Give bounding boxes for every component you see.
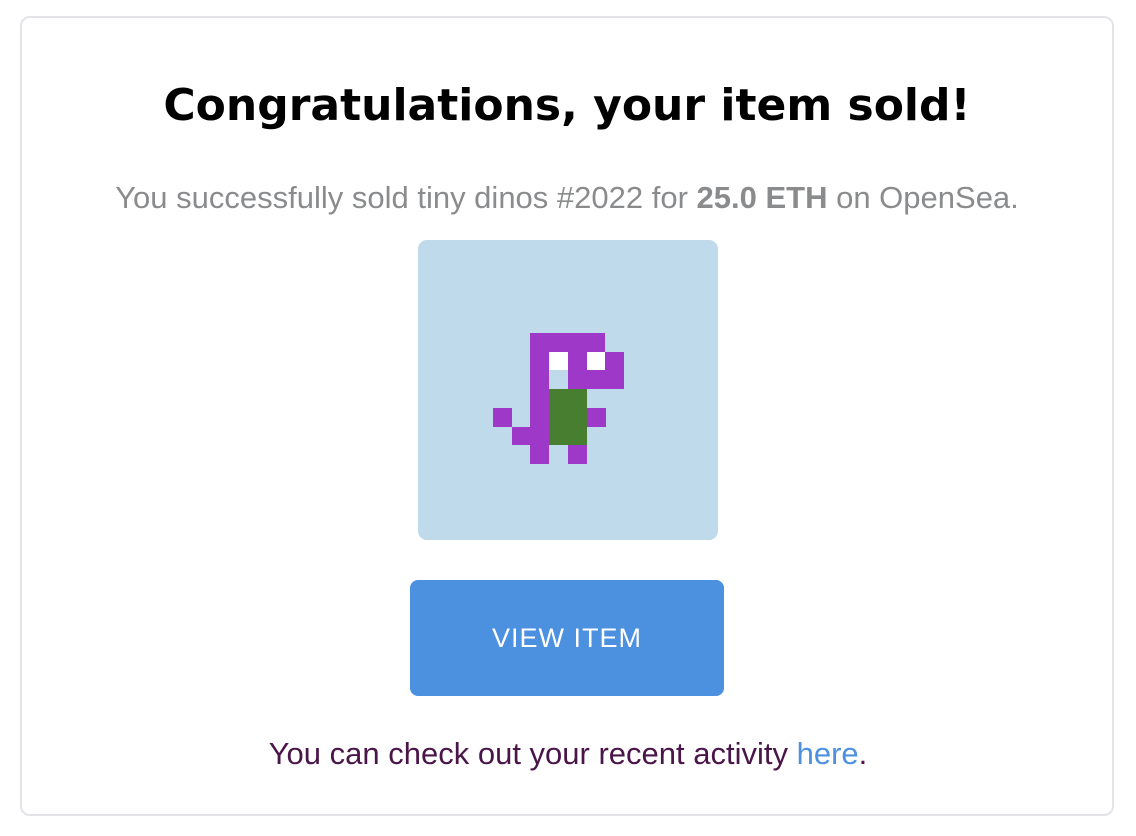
sale-message-suffix: on OpenSea.	[827, 180, 1019, 215]
footer-text: You can check out your recent activity	[268, 736, 797, 771]
pixel-dino-icon	[418, 240, 718, 540]
sale-price: 25.0 ETH	[696, 180, 828, 215]
activity-footer: You can check out your recent activity h…	[0, 734, 1136, 774]
nft-item-image[interactable]	[418, 240, 718, 540]
view-item-button[interactable]: VIEW ITEM	[410, 580, 724, 696]
page-title: Congratulations, your item sold!	[163, 80, 971, 131]
sale-message-prefix: You successfully sold tiny dinos #2022 f…	[115, 180, 697, 215]
sale-message: You successfully sold tiny dinos #2022 f…	[22, 178, 1112, 218]
footer-period: .	[858, 736, 868, 771]
recent-activity-link[interactable]: here	[797, 736, 859, 771]
